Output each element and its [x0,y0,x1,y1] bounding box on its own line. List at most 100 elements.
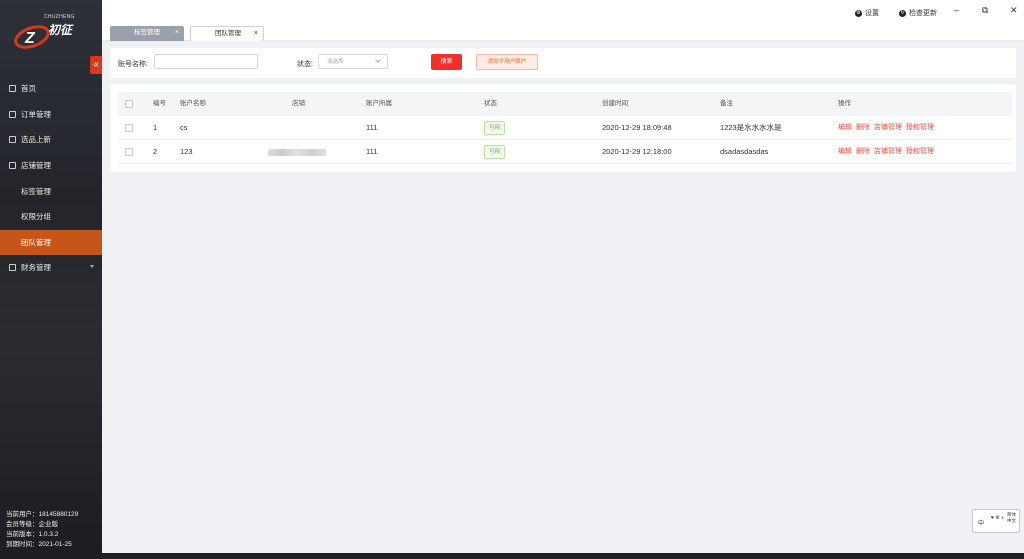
sidebar-item-tags[interactable]: 标签管理 [0,178,102,204]
account-name-input[interactable] [154,54,258,69]
tab-team-management[interactable]: 团队管理 × [190,26,264,41]
status-label: 状态: [297,61,313,68]
cell-owner: 111 [366,147,378,156]
ime-toolbar[interactable]: 中 ♥ ⚙ ◗ 简体中文 · [972,509,1020,533]
sidebar-item-stores[interactable]: 店铺管理 [0,153,102,179]
app-version: 当前版本：1.0.3.2 [6,531,59,538]
home-icon [9,85,16,93]
sidebar-item-label: 店铺管理 [21,161,51,171]
check-update-button[interactable]: ↻ 检查更新 [899,8,937,18]
table-row: 2 123 111 可用 2020-12-29 12:18:00 dsadasd… [118,140,1012,164]
sidebar-item-label: 财务管理 [21,263,51,273]
svg-text:Z: Z [24,30,36,47]
current-user: 当前用户：18145880129 [6,511,79,518]
title-bar: ⚙ 设置 ↻ 检查更新 – ⧉ ✕ [102,0,1024,24]
column-header-remark: 备注 [720,100,733,107]
tab-label: 团队管理 [215,30,241,37]
sidebar-item-orders[interactable]: 订单管理 [0,102,102,128]
sidebar-menu: 首页 订单管理 选品上新 店铺管理 标签管理 权限分组 团队管理 财务管理 [0,76,102,281]
taskbar [0,553,1024,559]
sidebar-item-finance[interactable]: 财务管理 [0,255,102,281]
delete-link[interactable]: 删除 [856,124,870,131]
row-checkbox[interactable] [125,148,133,156]
cell-id: 1 [153,123,158,132]
sidebar-item-label: 标签管理 [21,186,51,196]
team-table: 编号 账户名称 店铺 账户所属 状态 创建时间 备注 操作 1 cs 111 可… [110,84,1016,172]
auth-manage-link[interactable]: 授权管理 [906,124,934,131]
member-level: 会员等级：企业版 [6,521,58,528]
account-name-label: 账号名称: [118,61,148,68]
column-header-id: 编号 [153,100,166,107]
collapse-sidebar-button[interactable]: « [90,56,102,74]
settings-label: 设置 [865,10,879,17]
delete-link[interactable]: 删除 [856,148,870,155]
ime-mode: 简体中文 · [1007,512,1019,523]
restore-button[interactable]: ⧉ [982,5,988,16]
edit-link[interactable]: 编辑 [838,148,852,155]
cell-created: 2020-12-29 12:18:00 [602,147,672,156]
refresh-icon: ↻ [899,9,906,17]
sidebar-item-products[interactable]: 选品上新 [0,127,102,153]
auth-manage-link[interactable]: 授权管理 [906,148,934,155]
gear-icon: ⚙ [855,9,862,17]
column-header-actions: 操作 [838,100,851,107]
status-badge: 可用 [484,121,506,135]
cell-remark: dsadasdasdas [720,147,769,156]
cell-id: 2 [153,147,158,156]
cell-created: 2020-12-29 18:09:48 [602,123,672,132]
sidebar-item-label: 权限分组 [21,212,51,222]
search-button[interactable]: 搜索 [431,54,462,70]
finance-icon [9,264,16,272]
settings-button[interactable]: ⚙ 设置 [855,8,879,18]
column-header-status: 状态 [484,100,497,107]
sidebar-item-label: 团队管理 [21,237,51,247]
blurred-store-name [268,149,326,156]
ime-language[interactable]: 中 [978,518,984,527]
close-icon[interactable]: × [175,26,179,40]
minimize-button[interactable]: – [954,5,959,15]
cell-owner: 111 [366,123,378,132]
chevron-down-icon [375,57,381,63]
sidebar-item-team[interactable]: 团队管理 [0,229,102,256]
close-icon[interactable]: × [254,27,258,41]
column-header-owner: 账户所属 [366,100,392,107]
user-info: 当前用户：18145880129 会员等级：企业版 当前版本：1.0.3.2 到… [6,510,78,550]
store-manage-link[interactable]: 店铺管理 [874,124,902,131]
product-icon [9,136,16,144]
logo-brand-cn: 初征 [48,23,73,37]
select-all-checkbox[interactable] [125,100,133,108]
check-update-label: 检查更新 [909,10,937,17]
expire-date: 到期时间：2021-01-25 [6,541,72,548]
status-badge: 可用 [484,145,506,159]
sidebar-item-label: 选品上新 [21,135,51,145]
search-panel: 账号名称: 状态: 请选择 搜索 添加子用户账户 [110,48,1016,78]
row-checkbox[interactable] [125,124,133,132]
ime-icons[interactable]: ♥ ⚙ ◗ [991,514,1004,522]
column-header-store: 店铺 [292,100,305,107]
tab-label: 标签管理 [134,29,160,36]
column-header-name: 账户名称 [180,100,206,107]
tab-tag-management[interactable]: 标签管理 × [110,26,184,41]
order-icon [9,110,16,118]
cell-remark: 1223是水水水水是 [720,123,782,132]
close-window-button[interactable]: ✕ [1010,5,1018,16]
cell-name: 123 [180,147,193,156]
store-icon [9,162,16,170]
row-actions: 编辑 删除 店铺管理 授权管理 [838,140,938,164]
sidebar-item-label: 首页 [21,84,36,94]
store-manage-link[interactable]: 店铺管理 [874,148,902,155]
add-sub-account-button[interactable]: 添加子用户账户 [476,54,538,70]
table-header: 编号 账户名称 店铺 账户所属 状态 创建时间 备注 操作 [118,92,1012,116]
sidebar-item-label: 订单管理 [21,109,51,119]
status-select[interactable]: 请选择 [318,54,388,69]
chevron-down-icon [90,265,94,269]
sidebar-item-home[interactable]: 首页 [0,76,102,102]
edit-link[interactable]: 编辑 [838,124,852,131]
sidebar: Z CHUZHENG 初征 « 首页 订单管理 选品上新 店铺管理 标签管理 权… [0,0,102,559]
tab-bar: 标签管理 × 团队管理 × [102,24,1024,41]
sidebar-item-permissions[interactable]: 权限分组 [0,204,102,230]
row-actions: 编辑 删除 店铺管理 授权管理 [838,116,938,140]
logo-brand-en: CHUZHENG [44,14,75,20]
table-row: 1 cs 111 可用 2020-12-29 18:09:48 1223是水水水… [118,116,1012,140]
status-select-placeholder: 请选择 [327,59,344,65]
